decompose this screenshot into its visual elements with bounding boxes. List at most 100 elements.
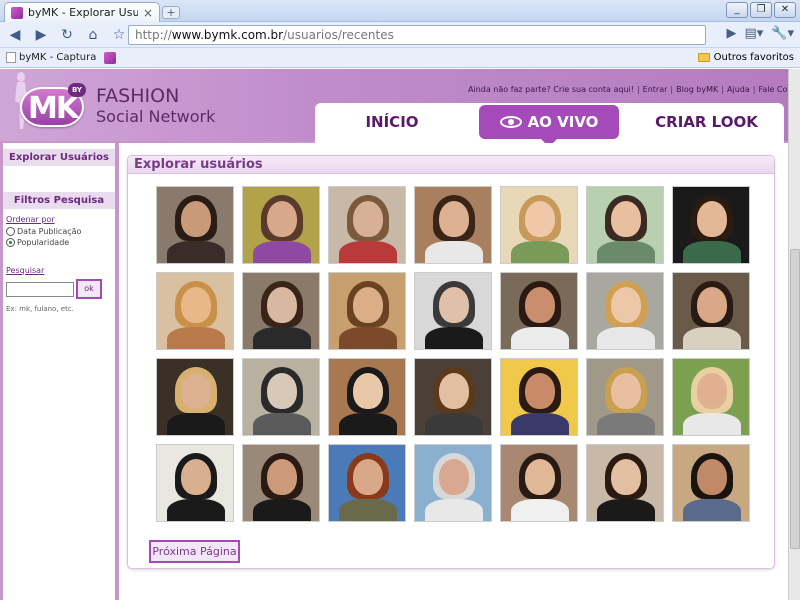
avatar-body bbox=[511, 327, 569, 349]
url-path: /usuarios/recentes bbox=[283, 28, 394, 42]
avatar-body bbox=[597, 241, 655, 263]
other-bookmarks[interactable]: Outros favoritos bbox=[697, 52, 794, 63]
user-avatar[interactable] bbox=[414, 186, 492, 264]
user-avatar[interactable] bbox=[500, 186, 578, 264]
scrollbar-thumb[interactable] bbox=[790, 249, 800, 549]
wrench-menu-icon[interactable]: 🔧▾ bbox=[771, 26, 794, 41]
blog-link[interactable]: Blog byMK bbox=[676, 85, 718, 94]
browser-titlebar: byMK - Explorar Usuários × + _ ❐ ✕ bbox=[0, 0, 800, 22]
user-avatar[interactable] bbox=[500, 272, 578, 350]
user-avatar[interactable] bbox=[672, 444, 750, 522]
user-avatar[interactable] bbox=[242, 186, 320, 264]
close-window-button[interactable]: ✕ bbox=[774, 2, 796, 18]
avatar-body bbox=[597, 413, 655, 435]
user-avatar[interactable] bbox=[414, 272, 492, 350]
tab-ao-vivo[interactable]: AO VIVO bbox=[479, 105, 619, 139]
avatar-face bbox=[181, 373, 211, 409]
user-avatar[interactable] bbox=[156, 186, 234, 264]
forward-arrow-icon[interactable]: ▶ bbox=[30, 25, 52, 45]
new-tab-button[interactable]: + bbox=[162, 6, 180, 19]
bookmark-label: byMK - Captura bbox=[19, 52, 97, 63]
user-avatar[interactable] bbox=[156, 358, 234, 436]
help-link[interactable]: Ajuda bbox=[727, 85, 750, 94]
tab-ao-vivo-label: AO VIVO bbox=[527, 113, 599, 131]
user-avatar[interactable] bbox=[242, 444, 320, 522]
login-link[interactable]: Entrar bbox=[643, 85, 668, 94]
avatar-face bbox=[267, 201, 297, 237]
avatar-body bbox=[339, 327, 397, 349]
avatar-body bbox=[339, 241, 397, 263]
avatar-body bbox=[511, 413, 569, 435]
avatar-face bbox=[439, 459, 469, 495]
go-arrow-icon[interactable]: ▶ bbox=[726, 26, 736, 41]
order-option-date[interactable]: Data Publicação bbox=[6, 226, 115, 237]
avatar-face bbox=[697, 201, 727, 237]
user-avatar[interactable] bbox=[586, 358, 664, 436]
radio-button[interactable] bbox=[6, 227, 15, 236]
explore-users-heading[interactable]: Explorar Usuários bbox=[3, 149, 115, 166]
user-avatar[interactable] bbox=[672, 358, 750, 436]
reload-icon[interactable]: ↻ bbox=[56, 25, 78, 45]
order-option-popularity[interactable]: Popularidade bbox=[6, 237, 115, 248]
minimize-button[interactable]: _ bbox=[726, 2, 748, 18]
user-avatar[interactable] bbox=[242, 272, 320, 350]
search-input[interactable] bbox=[6, 281, 74, 297]
bookmark-item-bymk[interactable] bbox=[104, 51, 117, 64]
signup-link[interactable]: Ainda não faz parte? Crie sua conta aqui… bbox=[468, 85, 634, 94]
user-avatar[interactable] bbox=[414, 358, 492, 436]
close-tab-icon[interactable]: × bbox=[143, 6, 153, 20]
avatar-face bbox=[353, 459, 383, 495]
user-avatar[interactable] bbox=[242, 358, 320, 436]
user-avatar[interactable] bbox=[156, 272, 234, 350]
page-icon bbox=[6, 52, 16, 63]
separator: | bbox=[721, 85, 724, 94]
tab-inicio[interactable]: INÍCIO bbox=[315, 105, 469, 139]
bookmark-item[interactable]: byMK - Captura bbox=[6, 52, 96, 63]
user-avatar[interactable] bbox=[586, 444, 664, 522]
user-avatar[interactable] bbox=[328, 444, 406, 522]
user-avatar[interactable] bbox=[672, 186, 750, 264]
avatar-face bbox=[611, 201, 641, 237]
user-avatar[interactable] bbox=[328, 358, 406, 436]
address-bar[interactable]: http:// www.bymk.com.br /usuarios/recent… bbox=[128, 25, 706, 45]
browser-tab[interactable]: byMK - Explorar Usuários × bbox=[4, 2, 160, 22]
back-arrow-icon[interactable]: ◀ bbox=[4, 25, 26, 45]
user-avatar[interactable] bbox=[500, 444, 578, 522]
search-label: Pesquisar bbox=[6, 266, 45, 275]
avatar-face bbox=[439, 287, 469, 323]
search-filters-heading: Filtros Pesquisa bbox=[3, 192, 115, 209]
user-avatar[interactable] bbox=[586, 272, 664, 350]
user-avatar[interactable] bbox=[328, 186, 406, 264]
radio-button-checked[interactable] bbox=[6, 238, 15, 247]
avatar-body bbox=[683, 499, 741, 521]
user-avatar[interactable] bbox=[414, 444, 492, 522]
avatar-face bbox=[353, 287, 383, 323]
tab-criar-look[interactable]: CRIAR LOOK bbox=[629, 105, 784, 139]
url-scheme: http:// bbox=[135, 28, 172, 42]
maximize-button[interactable]: ❐ bbox=[750, 2, 772, 18]
user-avatar[interactable] bbox=[672, 272, 750, 350]
user-avatar[interactable] bbox=[328, 272, 406, 350]
page-menu-icon[interactable]: ▤▾ bbox=[744, 26, 763, 41]
site-logo[interactable]: MK BY bbox=[12, 71, 86, 137]
avatar-body bbox=[683, 413, 741, 435]
folder-icon bbox=[697, 53, 710, 62]
avatar-face bbox=[267, 459, 297, 495]
top-links: Ainda não faz parte? Crie sua conta aqui… bbox=[468, 85, 800, 94]
user-avatar[interactable] bbox=[156, 444, 234, 522]
avatar-body bbox=[167, 241, 225, 263]
user-avatar[interactable] bbox=[500, 358, 578, 436]
order-option-label: Popularidade bbox=[17, 238, 70, 247]
page-scrollbar[interactable] bbox=[788, 69, 800, 600]
avatar-face bbox=[353, 201, 383, 237]
web-page: MK BY FASHION Social Network Ainda não f… bbox=[0, 69, 800, 600]
avatar-face bbox=[697, 459, 727, 495]
user-avatar[interactable] bbox=[586, 186, 664, 264]
avatar-body bbox=[253, 241, 311, 263]
bookmark-star-icon[interactable]: ☆ bbox=[108, 25, 130, 45]
home-icon[interactable]: ⌂ bbox=[82, 25, 104, 45]
next-page-button[interactable]: Próxima Página bbox=[149, 540, 240, 563]
separator: | bbox=[670, 85, 674, 94]
search-ok-button[interactable]: ok bbox=[76, 279, 102, 299]
avatar-body bbox=[339, 413, 397, 435]
